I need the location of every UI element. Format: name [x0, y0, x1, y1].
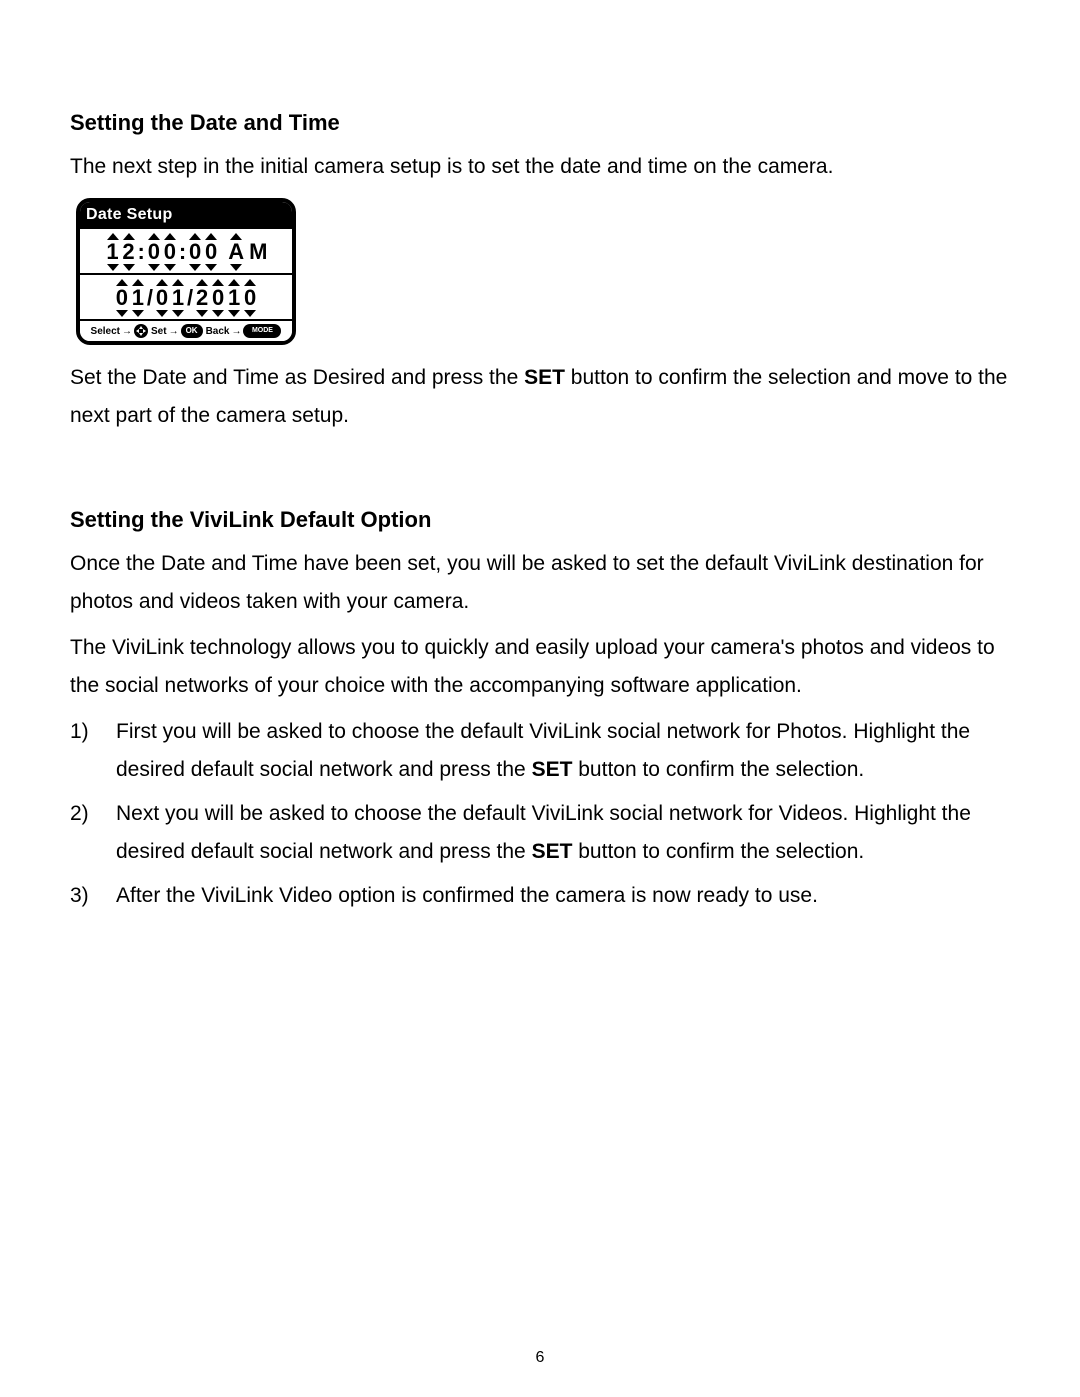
time-digit-stepper[interactable]: 0: [188, 233, 202, 271]
lcd-time-row: 1 2 : 0 0: [80, 229, 292, 273]
chevron-down-icon: [205, 264, 217, 271]
footer-back: Back → MODE: [206, 324, 282, 338]
list-item: 2) Next you will be asked to choose the …: [70, 795, 1010, 871]
set-button-mention: SET: [524, 366, 565, 389]
text-run: button to confirm the selection.: [572, 840, 864, 863]
footer-select: Select →: [91, 324, 148, 338]
list-number: 3): [70, 877, 116, 915]
arrow-right-icon: →: [231, 326, 241, 337]
arrow-right-icon: →: [169, 326, 179, 337]
chevron-down-icon: [228, 310, 240, 317]
date-setup-figure: Date Setup 1 2 :: [76, 198, 1010, 345]
time-separator: :: [138, 241, 145, 263]
chevron-down-icon: [156, 310, 168, 317]
time-digit-stepper[interactable]: 0: [163, 233, 177, 271]
date-digit-stepper[interactable]: 0: [115, 279, 129, 317]
intro-paragraph: The next step in the initial camera setu…: [70, 148, 1010, 186]
lcd-footer: Select → Set → OK Back → MODE: [80, 319, 292, 341]
date-separator: /: [147, 287, 153, 309]
date-digit-stepper[interactable]: 1: [227, 279, 241, 317]
time-digit-stepper[interactable]: 0: [204, 233, 218, 271]
date-digit-stepper[interactable]: 0: [155, 279, 169, 317]
page-number: 6: [0, 1349, 1080, 1367]
footer-set-label: Set: [151, 326, 167, 337]
chevron-down-icon: [189, 264, 201, 271]
list-item: 1) First you will be asked to choose the…: [70, 713, 1010, 789]
chevron-down-icon: [230, 264, 242, 271]
date-digit-stepper[interactable]: 0: [211, 279, 225, 317]
list-number: 2): [70, 795, 116, 871]
date-separator: /: [187, 287, 193, 309]
chevron-down-icon: [196, 310, 208, 317]
space: [220, 241, 226, 263]
chevron-down-icon: [116, 310, 128, 317]
text-run: Set the Date and Time as Desired and pre…: [70, 366, 524, 389]
time-digit-stepper[interactable]: 1: [106, 233, 120, 271]
time-separator: :: [179, 241, 186, 263]
set-button-mention: SET: [532, 758, 573, 781]
footer-select-label: Select: [91, 326, 120, 337]
set-button-mention: SET: [532, 840, 573, 863]
date-digit-stepper[interactable]: 2: [195, 279, 209, 317]
footer-set: Set → OK: [151, 324, 203, 338]
time-digit-stepper[interactable]: 0: [147, 233, 161, 271]
document-page: Setting the Date and Time The next step …: [0, 0, 1080, 1397]
lcd-date-row: 0 1 / 0 1: [80, 273, 292, 319]
list-text: First you will be asked to choose the de…: [116, 713, 1010, 789]
ampm-stepper[interactable]: A: [228, 233, 244, 271]
time-digit-stepper[interactable]: 2: [122, 233, 136, 271]
vivilink-steps-list: 1) First you will be asked to choose the…: [70, 713, 1010, 915]
section-title-date-time: Setting the Date and Time: [70, 110, 1010, 136]
chevron-down-icon: [212, 310, 224, 317]
chevron-down-icon: [123, 264, 135, 271]
after-figure-paragraph: Set the Date and Time as Desired and pre…: [70, 359, 1010, 435]
lcd-frame: Date Setup 1 2 :: [76, 198, 296, 345]
chevron-down-icon: [172, 310, 184, 317]
section-title-vivilink: Setting the ViviLink Default Option: [70, 507, 1010, 533]
date-digit-stepper[interactable]: 0: [243, 279, 257, 317]
ampm-m: M: [249, 239, 267, 265]
arrow-right-icon: →: [122, 326, 132, 337]
list-text: Next you will be asked to choose the def…: [116, 795, 1010, 871]
footer-back-label: Back: [206, 326, 230, 337]
date-digit-stepper[interactable]: 1: [171, 279, 185, 317]
chevron-down-icon: [132, 310, 144, 317]
chevron-down-icon: [164, 264, 176, 271]
list-number: 1): [70, 713, 116, 789]
list-item: 3) After the ViviLink Video option is co…: [70, 877, 1010, 915]
chevron-down-icon: [244, 310, 256, 317]
list-text: After the ViviLink Video option is confi…: [116, 877, 1010, 915]
vivilink-paragraph-1: Once the Date and Time have been set, yo…: [70, 545, 1010, 621]
ok-pill-icon: OK: [181, 324, 203, 338]
vivilink-paragraph-2: The ViviLink technology allows you to qu…: [70, 629, 1010, 705]
dpad-icon: [134, 324, 148, 338]
text-run: button to confirm the selection.: [572, 758, 864, 781]
chevron-down-icon: [148, 264, 160, 271]
lcd-title: Date Setup: [80, 202, 292, 229]
chevron-down-icon: [107, 264, 119, 271]
mode-pill-icon: MODE: [243, 324, 281, 338]
date-digit-stepper[interactable]: 1: [131, 279, 145, 317]
text-run: After the ViviLink Video option is confi…: [116, 884, 818, 907]
